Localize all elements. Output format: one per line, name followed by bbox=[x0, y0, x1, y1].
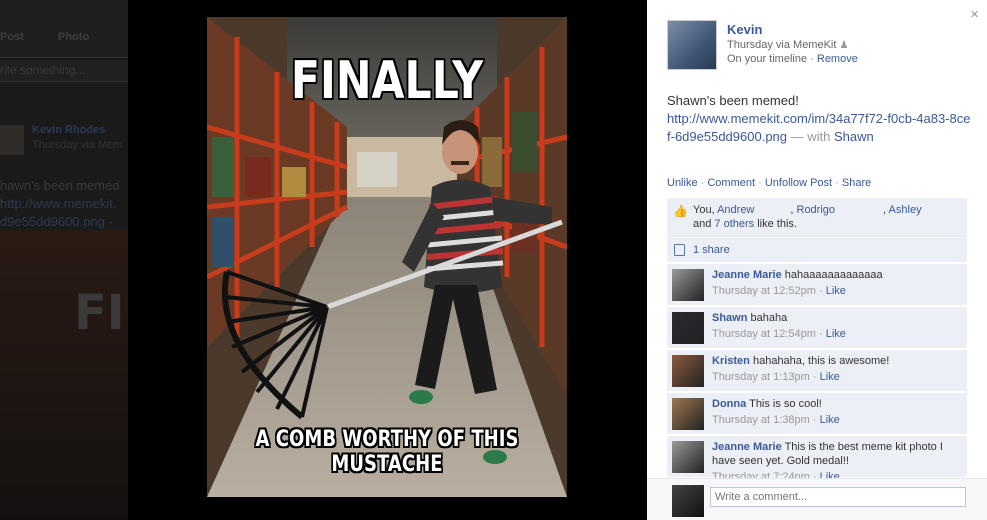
timeline-line: On your timeline · Remove bbox=[727, 53, 858, 65]
comment-time: Thursday at 1:13pm bbox=[712, 371, 810, 383]
action-sep: · bbox=[697, 177, 708, 189]
comment-like-link[interactable]: Like bbox=[826, 285, 846, 297]
comment-meta: Thursday at 12:52pm · Like bbox=[712, 285, 846, 297]
comment-meta: Thursday at 1:38pm · Like bbox=[712, 414, 840, 426]
bg-photo bbox=[0, 230, 128, 520]
comment-like-link[interactable]: Like bbox=[820, 414, 840, 426]
bg-post-text: hawn's been memed bbox=[0, 178, 120, 193]
commenter-name[interactable]: Donna bbox=[712, 398, 746, 410]
comment-time: Thursday at 1:38pm bbox=[712, 414, 810, 426]
composer-placeholder: rite something... bbox=[0, 63, 86, 77]
photo-stage: FINALLY A COMB WORTHY OF THIS MUSTACHE bbox=[128, 0, 647, 520]
liker-link[interactable]: Andrew bbox=[717, 204, 754, 216]
post-tab[interactable]: Post bbox=[0, 31, 24, 43]
commenter-avatar[interactable] bbox=[672, 355, 704, 387]
author-avatar[interactable] bbox=[667, 20, 717, 70]
comment-meta: Thursday at 1:13pm · Like bbox=[712, 371, 840, 383]
unfollow-link[interactable]: Unfollow Post bbox=[765, 177, 832, 189]
friends-icon: ♟ bbox=[839, 40, 849, 51]
comment-time: Thursday at 12:54pm bbox=[712, 328, 816, 340]
bg-photo-text: FI bbox=[74, 285, 125, 341]
shares-link[interactable]: 1 share bbox=[693, 244, 730, 256]
commenter-name[interactable]: Shawn bbox=[712, 312, 747, 324]
comment-text: This is so cool! bbox=[749, 398, 822, 410]
likes-and: and bbox=[693, 218, 715, 230]
photo-tab-label: Photo bbox=[58, 31, 90, 43]
share-icon bbox=[674, 244, 685, 256]
commenter-avatar[interactable] bbox=[672, 269, 704, 301]
comment-text: bahaha bbox=[750, 312, 788, 324]
commenter-name[interactable]: Kristen bbox=[712, 355, 750, 367]
timeline-text: On your timeline · bbox=[727, 53, 817, 65]
post-meta: Thursday via MemeKit ♟ bbox=[727, 39, 848, 51]
my-avatar bbox=[672, 485, 704, 517]
bg-link-line-1: http://www.memekit. bbox=[0, 196, 117, 211]
comment-input[interactable] bbox=[710, 487, 966, 507]
likes-prefix: You, bbox=[693, 204, 718, 216]
comment-link[interactable]: Comment bbox=[707, 177, 755, 189]
comment-item: Donna This is so cool! Thursday at 1:38pm… bbox=[667, 392, 967, 434]
liker-link[interactable]: Ashley bbox=[889, 204, 922, 216]
thumbs-up-icon: 👍 bbox=[673, 204, 688, 218]
liker-link[interactable]: Rodrigo bbox=[797, 204, 836, 216]
meme-bottom-caption: A COMB WORTHY OF THIS MUSTACHE bbox=[255, 427, 519, 477]
comment-meta: Thursday at 12:54pm · Like bbox=[712, 328, 846, 340]
comment-text: hahahaha, this is awesome! bbox=[752, 355, 890, 367]
comment-item: Kristen hahahaha, this is awesome! Thursd… bbox=[667, 349, 967, 391]
commenter-avatar[interactable] bbox=[672, 312, 704, 344]
comment-item: Jeanne Marie hahaaaaaaaaaaaaa Thursday at… bbox=[667, 263, 967, 305]
commenter-name[interactable]: Jeanne Marie bbox=[712, 269, 782, 281]
comment-item: Shawn bahaha Thursday at 12:54pm · Like bbox=[667, 306, 967, 348]
comment-like-link[interactable]: Like bbox=[826, 328, 846, 340]
post-tab-label: Post bbox=[0, 31, 24, 43]
post-text: Shawn's been memed! bbox=[667, 93, 799, 108]
tagged-user-link[interactable]: Shawn bbox=[834, 129, 874, 144]
post-body: Shawn's been memed! http://www.memekit.c… bbox=[667, 92, 972, 146]
comment-like-link[interactable]: Like bbox=[820, 371, 840, 383]
bg-meta: Thursday via Mem bbox=[32, 139, 123, 151]
commenter-name[interactable]: Jeanne Marie bbox=[712, 441, 782, 453]
commenter-avatar[interactable] bbox=[672, 398, 704, 430]
likes-suffix: like this. bbox=[754, 218, 797, 230]
commenter-avatar[interactable] bbox=[672, 441, 704, 473]
comments-list: Jeanne Marie hahaaaaaaaaaaaaa Thursday at… bbox=[667, 263, 967, 483]
share-link[interactable]: Share bbox=[842, 177, 871, 189]
photo-tab[interactable]: Photo bbox=[58, 31, 89, 43]
bg-link-line-2: d9e55dd9600.png - bbox=[0, 214, 113, 229]
remove-link[interactable]: Remove bbox=[817, 53, 858, 65]
photo-detail-panel: × Kevin Thursday via MemeKit ♟ On your t… bbox=[647, 0, 987, 520]
bg-author: Kevin Rhodes bbox=[32, 124, 106, 136]
comment-composer bbox=[647, 478, 987, 520]
post-actions: Unlike · Comment · Unfollow Post · Share bbox=[667, 177, 871, 189]
close-icon[interactable]: × bbox=[970, 6, 979, 23]
shares-row: 1 share bbox=[667, 238, 967, 262]
meme-photo[interactable]: FINALLY A COMB WORTHY OF THIS MUSTACHE bbox=[207, 17, 567, 497]
likes-summary: 👍 You, Andrew, Rodrigo, Ashley and 7 oth… bbox=[667, 198, 967, 237]
author-name[interactable]: Kevin bbox=[727, 22, 762, 37]
action-sep: · bbox=[755, 177, 765, 189]
comment-time: Thursday at 12:52pm bbox=[712, 285, 816, 297]
with-prefix: — with bbox=[787, 129, 834, 144]
bg-avatar bbox=[0, 125, 24, 155]
composer-bar bbox=[0, 0, 128, 58]
comment-item: Jeanne Marie This is the best meme kit p… bbox=[667, 435, 967, 483]
comment-text: hahaaaaaaaaaaaaa bbox=[784, 269, 883, 281]
others-link[interactable]: 7 others bbox=[714, 218, 754, 230]
meme-top-caption: FINALLY bbox=[290, 51, 484, 111]
background-feed: Post Photo rite something... Kevin Rhode… bbox=[0, 0, 128, 520]
unlike-link[interactable]: Unlike bbox=[667, 177, 698, 189]
action-sep: · bbox=[832, 177, 842, 189]
post-meta-text: Thursday via MemeKit bbox=[727, 39, 837, 51]
